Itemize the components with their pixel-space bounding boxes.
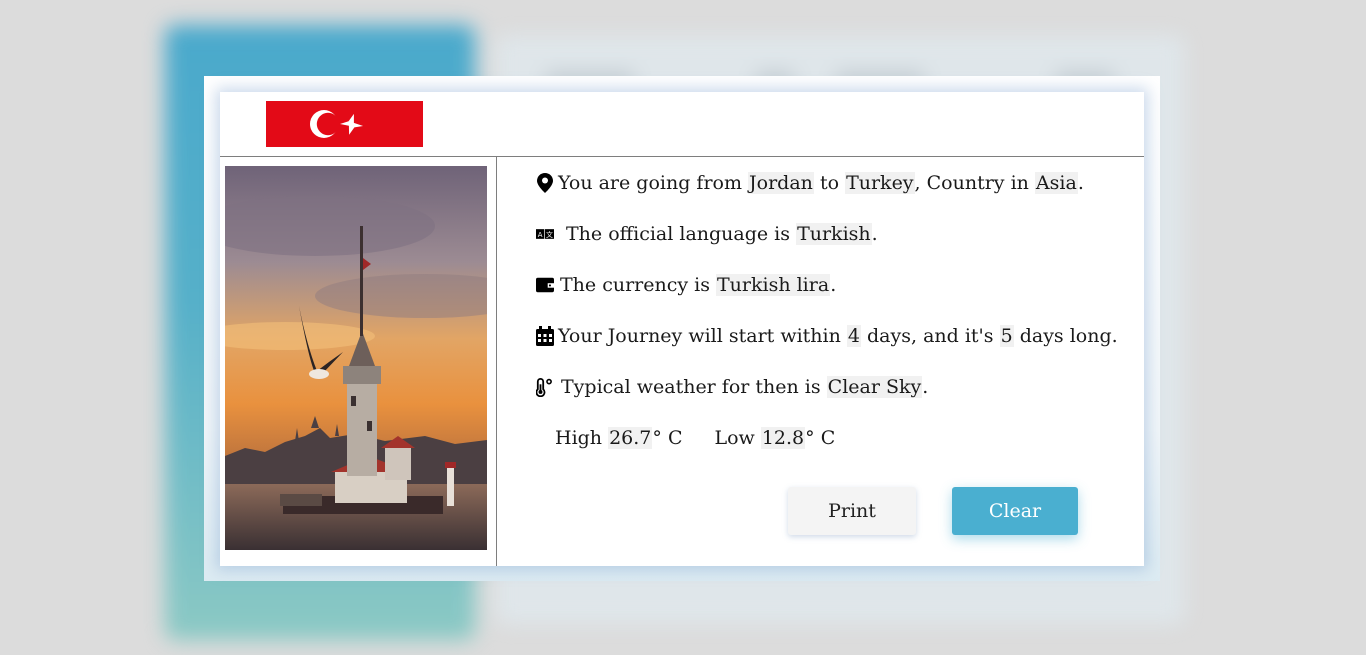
- destination-photo-column: [220, 157, 497, 566]
- trip-end: .: [1077, 172, 1084, 194]
- destination-photo: [225, 166, 487, 550]
- weather-value: Clear Sky: [826, 376, 923, 398]
- journey-mid: days, and it's: [860, 325, 1000, 347]
- journey-start-days: 4: [846, 325, 861, 347]
- svg-text:A: A: [538, 231, 543, 239]
- language-icon: A 文: [536, 224, 554, 244]
- trip-row: You are going from Jordan to Turkey, Cou…: [536, 168, 1084, 198]
- journey-row: Your Journey will start within 4 days, a…: [536, 321, 1118, 351]
- calendar-icon: [536, 326, 554, 346]
- currency-suffix: .: [830, 274, 837, 296]
- trip-destination: Turkey: [845, 172, 915, 194]
- trip-origin: Jordan: [748, 172, 814, 194]
- high-value: 26.7: [608, 427, 653, 449]
- language-value: Turkish: [796, 223, 872, 245]
- trip-summary-overlay: You are going from Jordan to Turkey, Cou…: [204, 76, 1160, 581]
- svg-text:文: 文: [546, 230, 553, 239]
- map-marker-icon: [536, 173, 554, 193]
- print-button[interactable]: Print: [788, 487, 916, 535]
- journey-prefix: Your Journey will start within: [558, 325, 847, 347]
- trip-prefix: You are going from: [558, 172, 749, 194]
- language-prefix: The official language is: [566, 223, 797, 245]
- trip-country-in: , Country in: [914, 172, 1035, 194]
- card-header: [220, 92, 1144, 157]
- thermometer-icon: [536, 377, 554, 397]
- trip-to-word: to: [813, 172, 846, 194]
- turkey-flag-icon: [266, 101, 423, 147]
- journey-length-days: 5: [999, 325, 1014, 347]
- trip-summary-card: You are going from Jordan to Turkey, Cou…: [220, 92, 1144, 566]
- weather-row: Typical weather for then is Clear Sky.: [536, 372, 928, 402]
- low-unit: ° C: [805, 427, 836, 449]
- currency-value: Turkish lira: [716, 274, 831, 296]
- low-value: 12.8: [760, 427, 806, 449]
- trip-continent: Asia: [1034, 172, 1078, 194]
- journey-suffix: days long.: [1013, 325, 1118, 347]
- wallet-icon: [536, 275, 554, 295]
- currency-prefix: The currency is: [560, 274, 716, 296]
- temperature-row: High 26.7 ° C Low 12.8 ° C: [555, 423, 835, 453]
- low-label: Low: [714, 427, 761, 449]
- high-label: High: [555, 427, 609, 449]
- weather-prefix: Typical weather for then is: [561, 376, 827, 398]
- language-row: A 文 The official language is Turkish.: [536, 219, 878, 249]
- currency-row: The currency is Turkish lira.: [536, 270, 836, 300]
- high-unit: ° C: [652, 427, 683, 449]
- weather-suffix: .: [922, 376, 929, 398]
- language-suffix: .: [871, 223, 878, 245]
- clear-button[interactable]: Clear: [952, 487, 1078, 535]
